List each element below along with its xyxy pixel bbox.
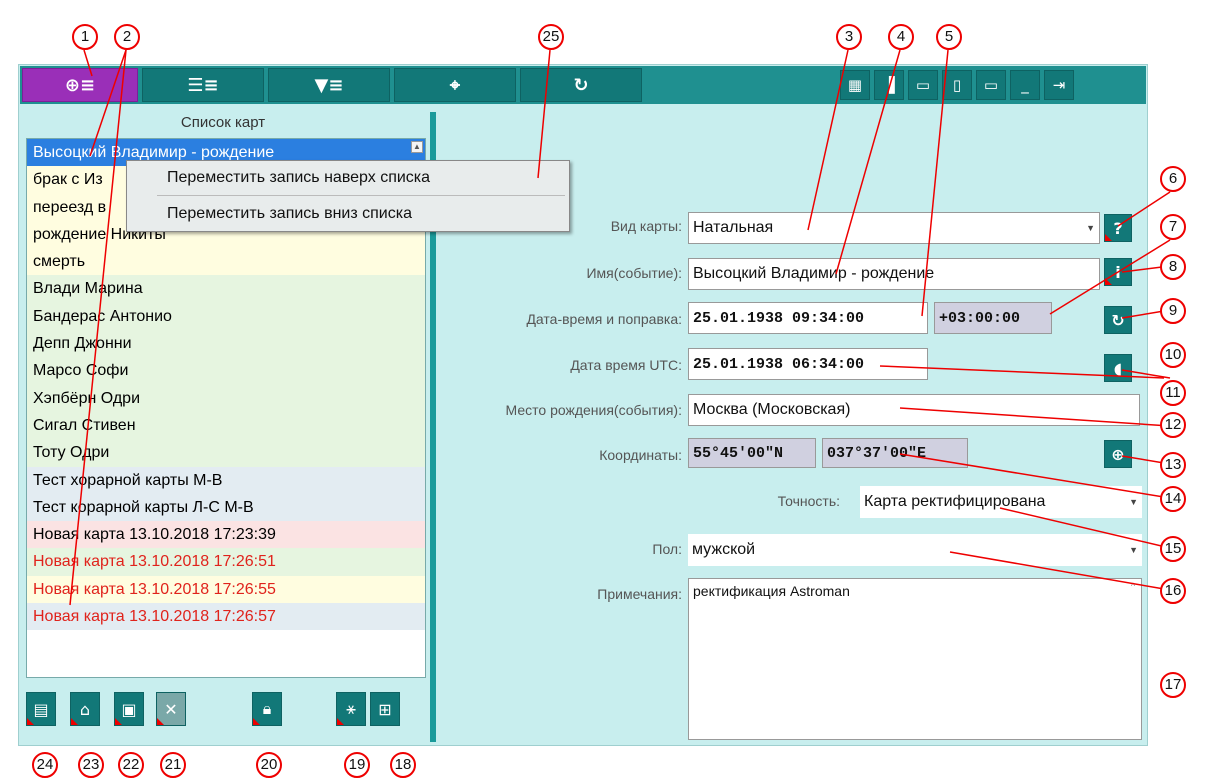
callout-marker: 8 xyxy=(1160,254,1186,280)
callout-marker: 5 xyxy=(936,24,962,50)
callout-marker: 9 xyxy=(1160,298,1186,324)
callout-marker: 3 xyxy=(836,24,862,50)
callout-marker: 12 xyxy=(1160,412,1186,438)
callout-marker: 2 xyxy=(114,24,140,50)
callout-marker: 7 xyxy=(1160,214,1186,240)
callout-marker: 20 xyxy=(256,752,282,778)
callout-marker: 22 xyxy=(118,752,144,778)
callout-marker: 16 xyxy=(1160,578,1186,604)
callout-marker: 1 xyxy=(72,24,98,50)
callout-marker: 6 xyxy=(1160,166,1186,192)
callout-marker: 24 xyxy=(32,752,58,778)
callout-marker: 10 xyxy=(1160,342,1186,368)
callout-marker: 14 xyxy=(1160,486,1186,512)
callout-marker: 19 xyxy=(344,752,370,778)
callout-marker: 4 xyxy=(888,24,914,50)
callout-marker: 23 xyxy=(78,752,104,778)
callout-marker: 21 xyxy=(160,752,186,778)
callout-lines xyxy=(69,49,1171,606)
callout-marker: 11 xyxy=(1160,380,1186,406)
callout-marker: 15 xyxy=(1160,536,1186,562)
callout-marker: 17 xyxy=(1160,672,1186,698)
callout-marker: 25 xyxy=(538,24,564,50)
callout-marker: 13 xyxy=(1160,452,1186,478)
callout-marker: 18 xyxy=(390,752,416,778)
